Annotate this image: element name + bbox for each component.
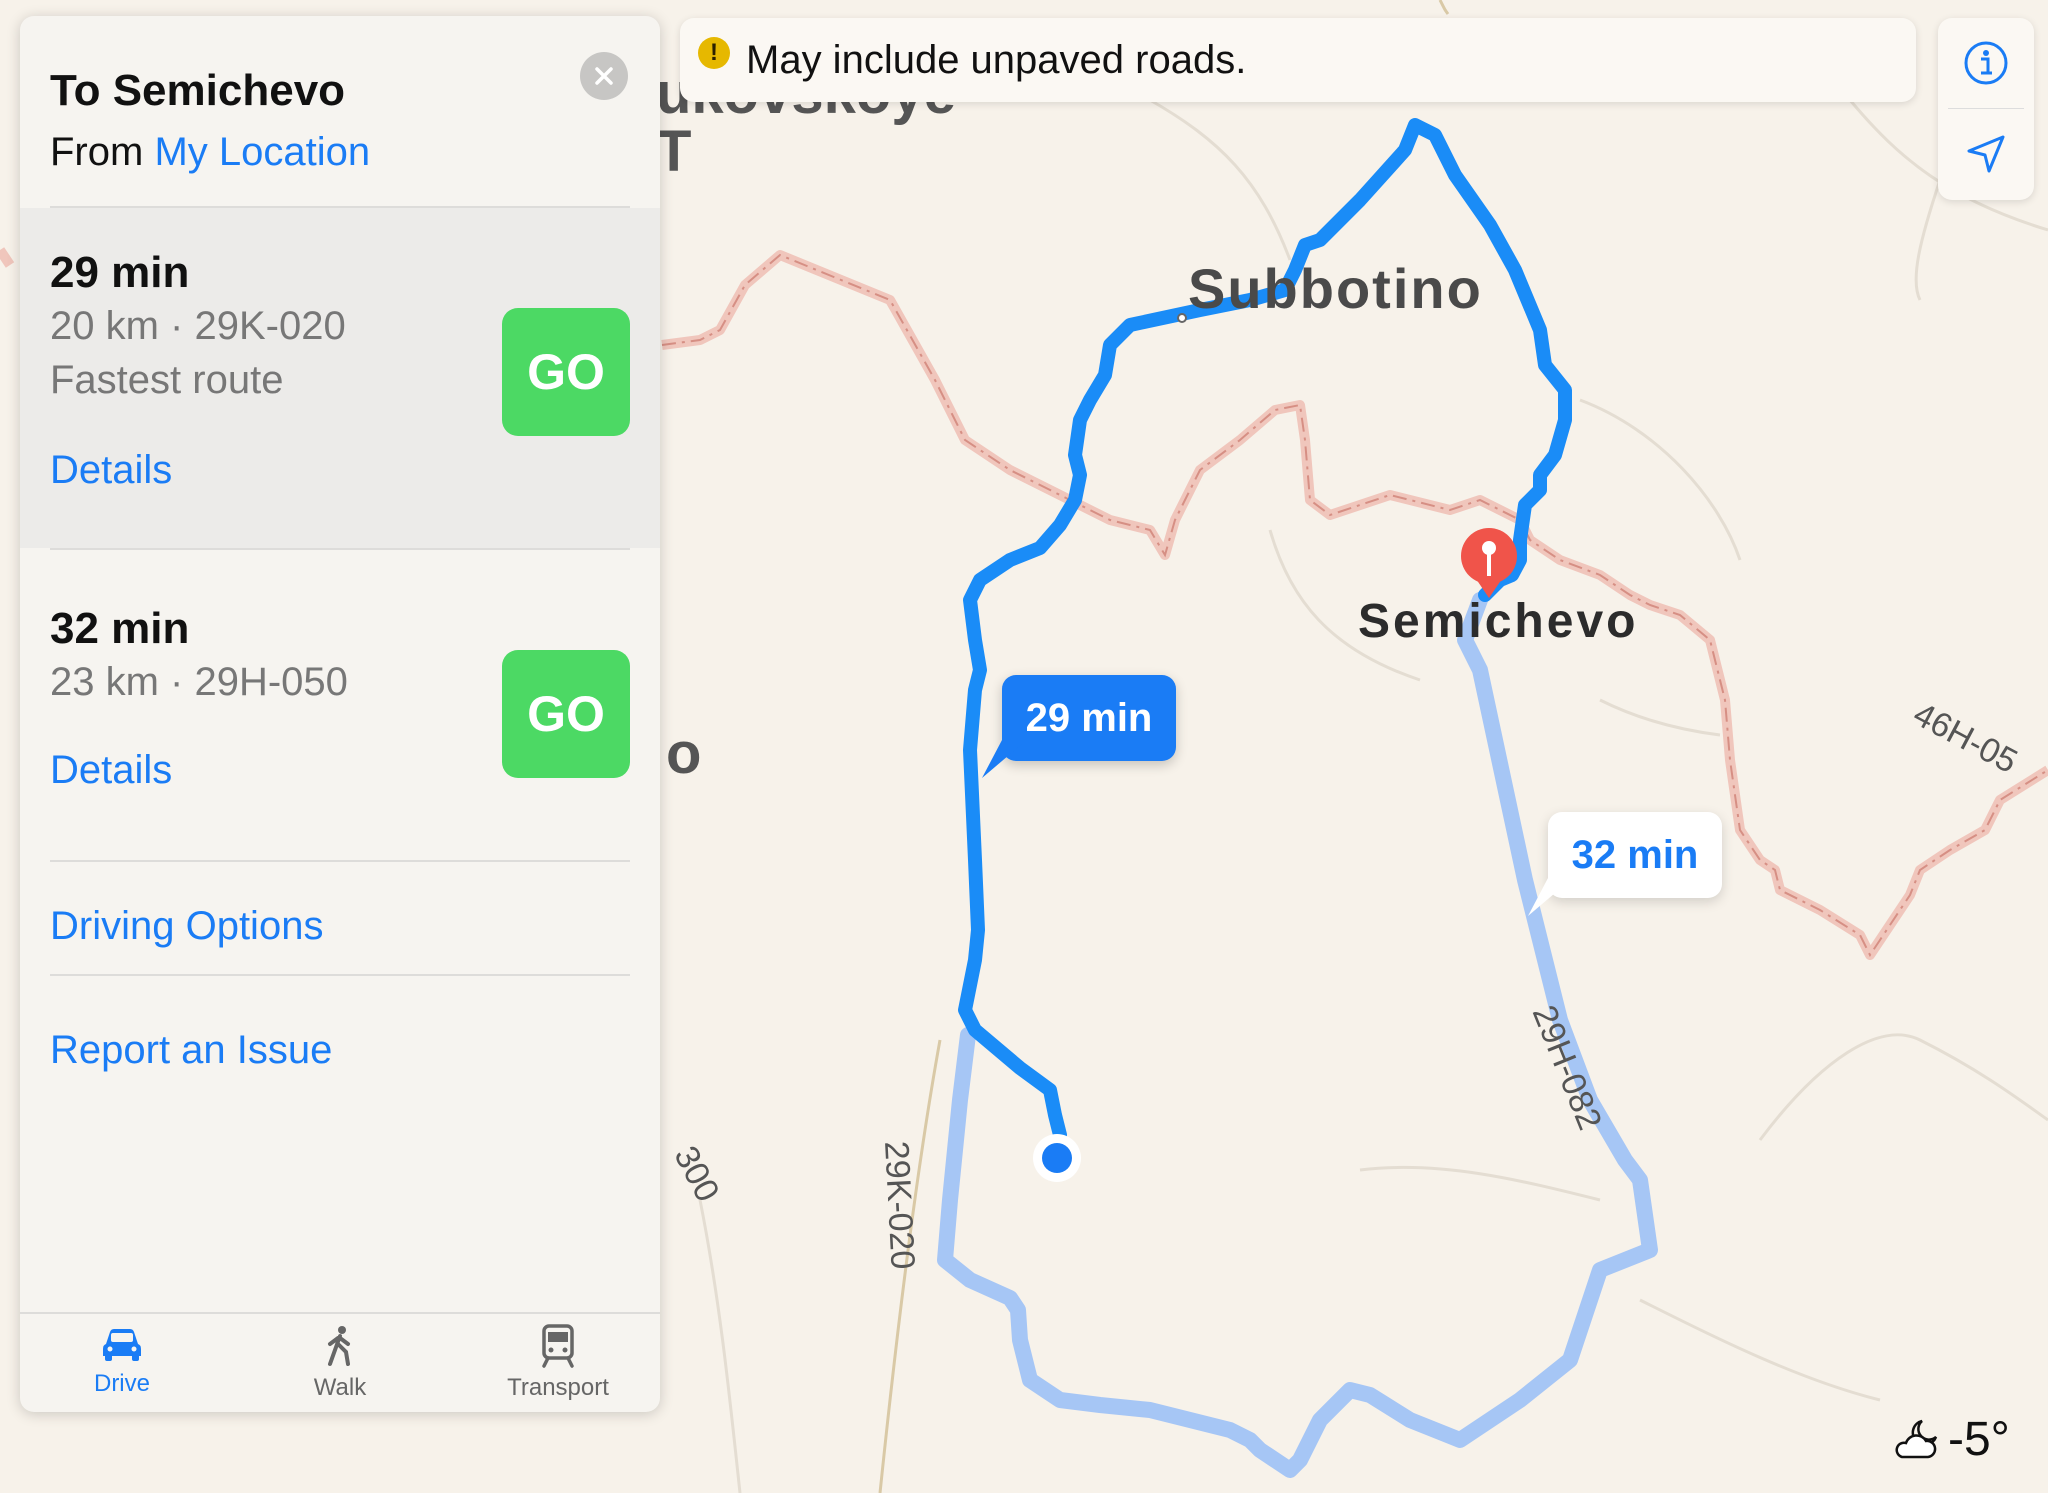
banner-text: May include unpaved roads. — [746, 37, 1247, 82]
track-location-button[interactable] — [1938, 109, 2034, 199]
origin-line: From My Location — [50, 130, 370, 175]
divider — [50, 860, 630, 862]
divider — [50, 974, 630, 976]
tab-drive[interactable]: Drive — [42, 1324, 202, 1398]
transport-mode-tabbar: Drive Walk Transport — [20, 1312, 660, 1412]
close-button[interactable] — [580, 52, 628, 100]
route-details-link[interactable]: Details — [50, 748, 172, 793]
go-button[interactable]: GO — [502, 650, 630, 778]
car-icon — [103, 1329, 141, 1361]
train-icon — [542, 1324, 574, 1368]
route-note: Fastest route — [50, 358, 284, 402]
road-label-29k020: 29K-020 — [877, 1140, 922, 1271]
route-time: 32 min — [50, 604, 190, 653]
tab-walk[interactable]: Walk — [260, 1324, 420, 1402]
info-button[interactable] — [1938, 18, 2034, 108]
map-controls — [1938, 18, 2034, 200]
tab-label: Transport — [507, 1374, 609, 1401]
origin-prefix: From — [50, 130, 144, 174]
destination-title: To Semichevo — [50, 66, 346, 115]
route-time: 29 min — [50, 248, 190, 297]
walk-icon — [328, 1326, 350, 1366]
map-place-partial-top2: T — [656, 119, 692, 184]
tab-label: Drive — [93, 1370, 150, 1397]
close-icon — [595, 67, 613, 85]
current-location-dot — [1033, 1134, 1081, 1182]
route-option-1[interactable]: 29 min 20 km · 29K-020 Fastest route Det… — [20, 208, 660, 548]
map-place-partial-mid: o — [666, 721, 702, 786]
destination-pin — [1461, 528, 1517, 598]
location-arrow-icon — [1967, 135, 2005, 173]
driving-options-link[interactable]: Driving Options — [50, 904, 323, 949]
unpaved-roads-banner: ! May include unpaved roads. — [680, 18, 1916, 102]
route-time-bubble-secondary[interactable]: 32 min — [1548, 812, 1722, 898]
partly-cloudy-night-icon — [1895, 1419, 1938, 1458]
panel-header: To Semichevo From My Location — [50, 66, 370, 175]
bubble-primary-tail — [982, 740, 1022, 778]
origin-link[interactable]: My Location — [154, 130, 370, 174]
route-distance: 23 km · 29H-050 — [50, 660, 348, 704]
tab-transport[interactable]: Transport — [478, 1324, 638, 1402]
info-icon — [1964, 41, 2008, 85]
warning-icon: ! — [698, 37, 730, 69]
map-place-subbotino: Subbotino — [1188, 257, 1483, 320]
report-issue-link[interactable]: Report an Issue — [50, 1028, 332, 1073]
temperature: -5° — [1948, 1413, 2010, 1466]
tab-label: Walk — [313, 1374, 367, 1401]
bubble-secondary-tail — [1528, 878, 1568, 916]
route-distance: 20 km · 29K-020 — [50, 304, 346, 348]
directions-panel: To Semichevo From My Location 29 min 20 … — [20, 16, 660, 1412]
map-place-semichevo: Semichevo — [1358, 595, 1639, 648]
weather-widget: -5° — [1892, 1412, 2010, 1467]
route-time-bubble-primary[interactable]: 29 min — [1002, 675, 1176, 761]
route-details-link[interactable]: Details — [50, 448, 172, 493]
route-option-2[interactable]: 32 min 23 km · 29H-050 Details GO — [20, 550, 660, 870]
go-button[interactable]: GO — [502, 308, 630, 436]
